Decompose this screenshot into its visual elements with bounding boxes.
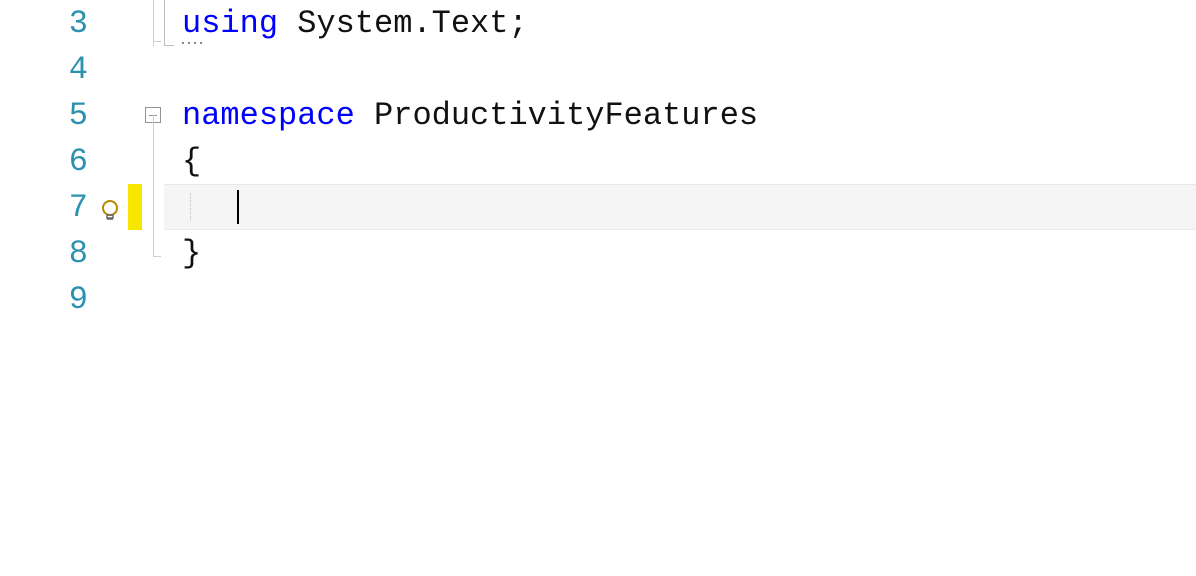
token-brace: } <box>182 235 201 272</box>
gutter-row[interactable]: 8 <box>0 230 128 276</box>
change-margin <box>128 0 142 576</box>
line-number: 4 <box>69 51 120 88</box>
code-line[interactable]: using System.Text; <box>164 0 1196 46</box>
token-brace: { <box>182 143 201 180</box>
gutter-row[interactable]: 5 <box>0 92 128 138</box>
code-line-active[interactable] <box>164 184 1196 230</box>
gutter-row[interactable]: 4 <box>0 46 128 92</box>
line-number: 9 <box>69 281 120 318</box>
text-caret <box>237 190 239 224</box>
code-editor[interactable]: 3 4 5 6 7 8 9 <box>0 0 1196 576</box>
token-keyword: using <box>182 5 278 42</box>
gutter-row[interactable]: 7 <box>0 184 128 230</box>
line-number: 5 <box>69 97 120 134</box>
line-number: 6 <box>69 143 120 180</box>
gutter-row[interactable]: 3 <box>0 0 128 46</box>
region-bracket <box>164 0 176 46</box>
line-number: 8 <box>69 235 120 272</box>
gutter-row[interactable]: 9 <box>0 276 128 322</box>
squiggle-dots <box>182 42 202 44</box>
code-line[interactable] <box>164 276 1196 322</box>
token-keyword: namespace <box>182 97 355 134</box>
code-line[interactable]: namespace ProductivityFeatures <box>164 92 1196 138</box>
code-area[interactable]: using System.Text; namespace Productivit… <box>164 0 1196 576</box>
code-line[interactable]: } <box>164 230 1196 276</box>
gutter-row[interactable]: 6 <box>0 138 128 184</box>
token-type: System.Text <box>297 5 508 42</box>
lightbulb-icon[interactable] <box>98 195 122 219</box>
modified-line-marker <box>128 184 142 230</box>
outlining-margin <box>142 0 164 576</box>
line-number-gutter: 3 4 5 6 7 8 9 <box>0 0 128 576</box>
token-identifier: ProductivityFeatures <box>374 97 758 134</box>
line-number: 3 <box>69 5 120 42</box>
code-line[interactable] <box>164 46 1196 92</box>
code-line[interactable]: { <box>164 138 1196 184</box>
